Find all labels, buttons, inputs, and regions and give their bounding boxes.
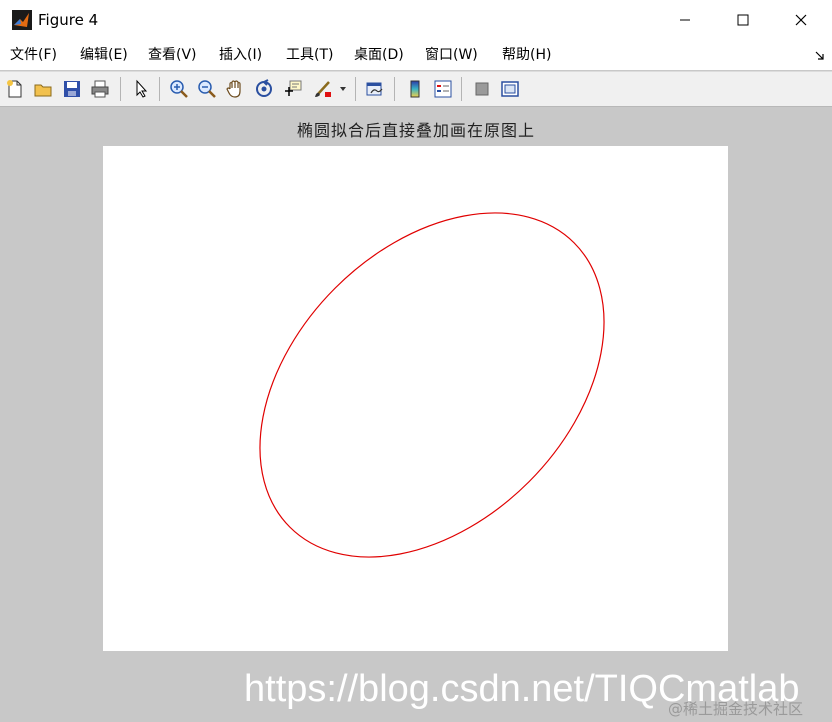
- ellipse-plot: [259, 212, 605, 558]
- window-title: Figure 4: [38, 11, 99, 29]
- new-figure-button[interactable]: [3, 77, 27, 101]
- zoom-out-icon: [198, 80, 216, 98]
- pan-button[interactable]: [223, 77, 247, 101]
- data-cursor-icon: [285, 80, 302, 96]
- pointer-icon: [136, 79, 148, 98]
- maximize-icon: [737, 14, 749, 26]
- link-plot-button[interactable]: [363, 77, 387, 101]
- matlab-logo-icon: [12, 10, 32, 30]
- brush-button[interactable]: [311, 77, 335, 101]
- save-button[interactable]: [60, 77, 84, 101]
- show-plot-tools-icon: [501, 81, 519, 97]
- open-file-button[interactable]: [31, 77, 55, 101]
- maximize-button[interactable]: [714, 0, 772, 40]
- rotate-3d-icon: [256, 79, 272, 97]
- minimize-icon: [680, 19, 690, 21]
- print-icon: [91, 80, 109, 98]
- toolbar-separator: [355, 77, 356, 101]
- menu-desktop[interactable]: 桌面(D): [354, 46, 404, 64]
- colorbar-button[interactable]: [403, 77, 427, 101]
- image-axes[interactable]: [103, 146, 728, 651]
- hide-plot-tools-button[interactable]: [470, 77, 494, 101]
- close-button[interactable]: [772, 0, 830, 40]
- figure-window: Figure 4 文件(F) 编辑(E) 查看(V) 插入(I) 工具(T) 桌…: [0, 0, 832, 722]
- zoom-in-button[interactable]: [167, 77, 191, 101]
- menu-tools[interactable]: 工具(T): [286, 46, 333, 64]
- menu-view[interactable]: 查看(V): [148, 46, 197, 64]
- rotate-3d-button[interactable]: [252, 77, 276, 101]
- menu-insert[interactable]: 插入(I): [219, 46, 262, 64]
- chevron-down-icon: [340, 87, 346, 91]
- dock-arrow-icon[interactable]: [814, 49, 826, 61]
- hide-plot-tools-icon: [475, 82, 489, 96]
- minimize-button[interactable]: [656, 0, 714, 40]
- print-button[interactable]: [88, 77, 112, 101]
- open-folder-icon: [34, 84, 52, 97]
- menu-help[interactable]: 帮助(H): [502, 46, 551, 64]
- legend-icon: [434, 80, 452, 98]
- edit-plot-button[interactable]: [129, 77, 153, 101]
- title-bar[interactable]: Figure 4: [0, 0, 832, 40]
- toolbar-separator: [159, 77, 160, 101]
- brush-dropdown-button[interactable]: [336, 77, 350, 101]
- brush-icon: [315, 81, 331, 97]
- zoom-in-icon: [170, 80, 188, 98]
- plot-title: 椭圆拟合后直接叠加画在原图上: [296, 121, 535, 140]
- watermark-community: @稀土掘金技术社区: [668, 700, 804, 718]
- show-plot-tools-button[interactable]: [498, 77, 522, 101]
- pan-hand-icon: [226, 80, 241, 98]
- colorbar-icon: [410, 80, 420, 98]
- save-icon: [64, 81, 80, 97]
- menu-window[interactable]: 窗口(W): [425, 46, 478, 64]
- zoom-out-button[interactable]: [195, 77, 219, 101]
- toolbar-separator: [461, 77, 462, 101]
- menu-edit[interactable]: 编辑(E): [80, 46, 128, 64]
- toolbar-separator: [120, 77, 121, 101]
- menu-bar: 文件(F) 编辑(E) 查看(V) 插入(I) 工具(T) 桌面(D) 窗口(W…: [0, 40, 832, 70]
- new-file-icon: [7, 80, 22, 98]
- fitted-ellipse-curve: [259, 212, 605, 558]
- data-cursor-button[interactable]: [281, 77, 305, 101]
- close-icon: [795, 14, 807, 26]
- menu-file[interactable]: 文件(F): [10, 46, 57, 64]
- figure-toolbar: [0, 71, 832, 107]
- toolbar-separator: [394, 77, 395, 101]
- legend-button[interactable]: [431, 77, 455, 101]
- link-plot-icon: [366, 82, 383, 96]
